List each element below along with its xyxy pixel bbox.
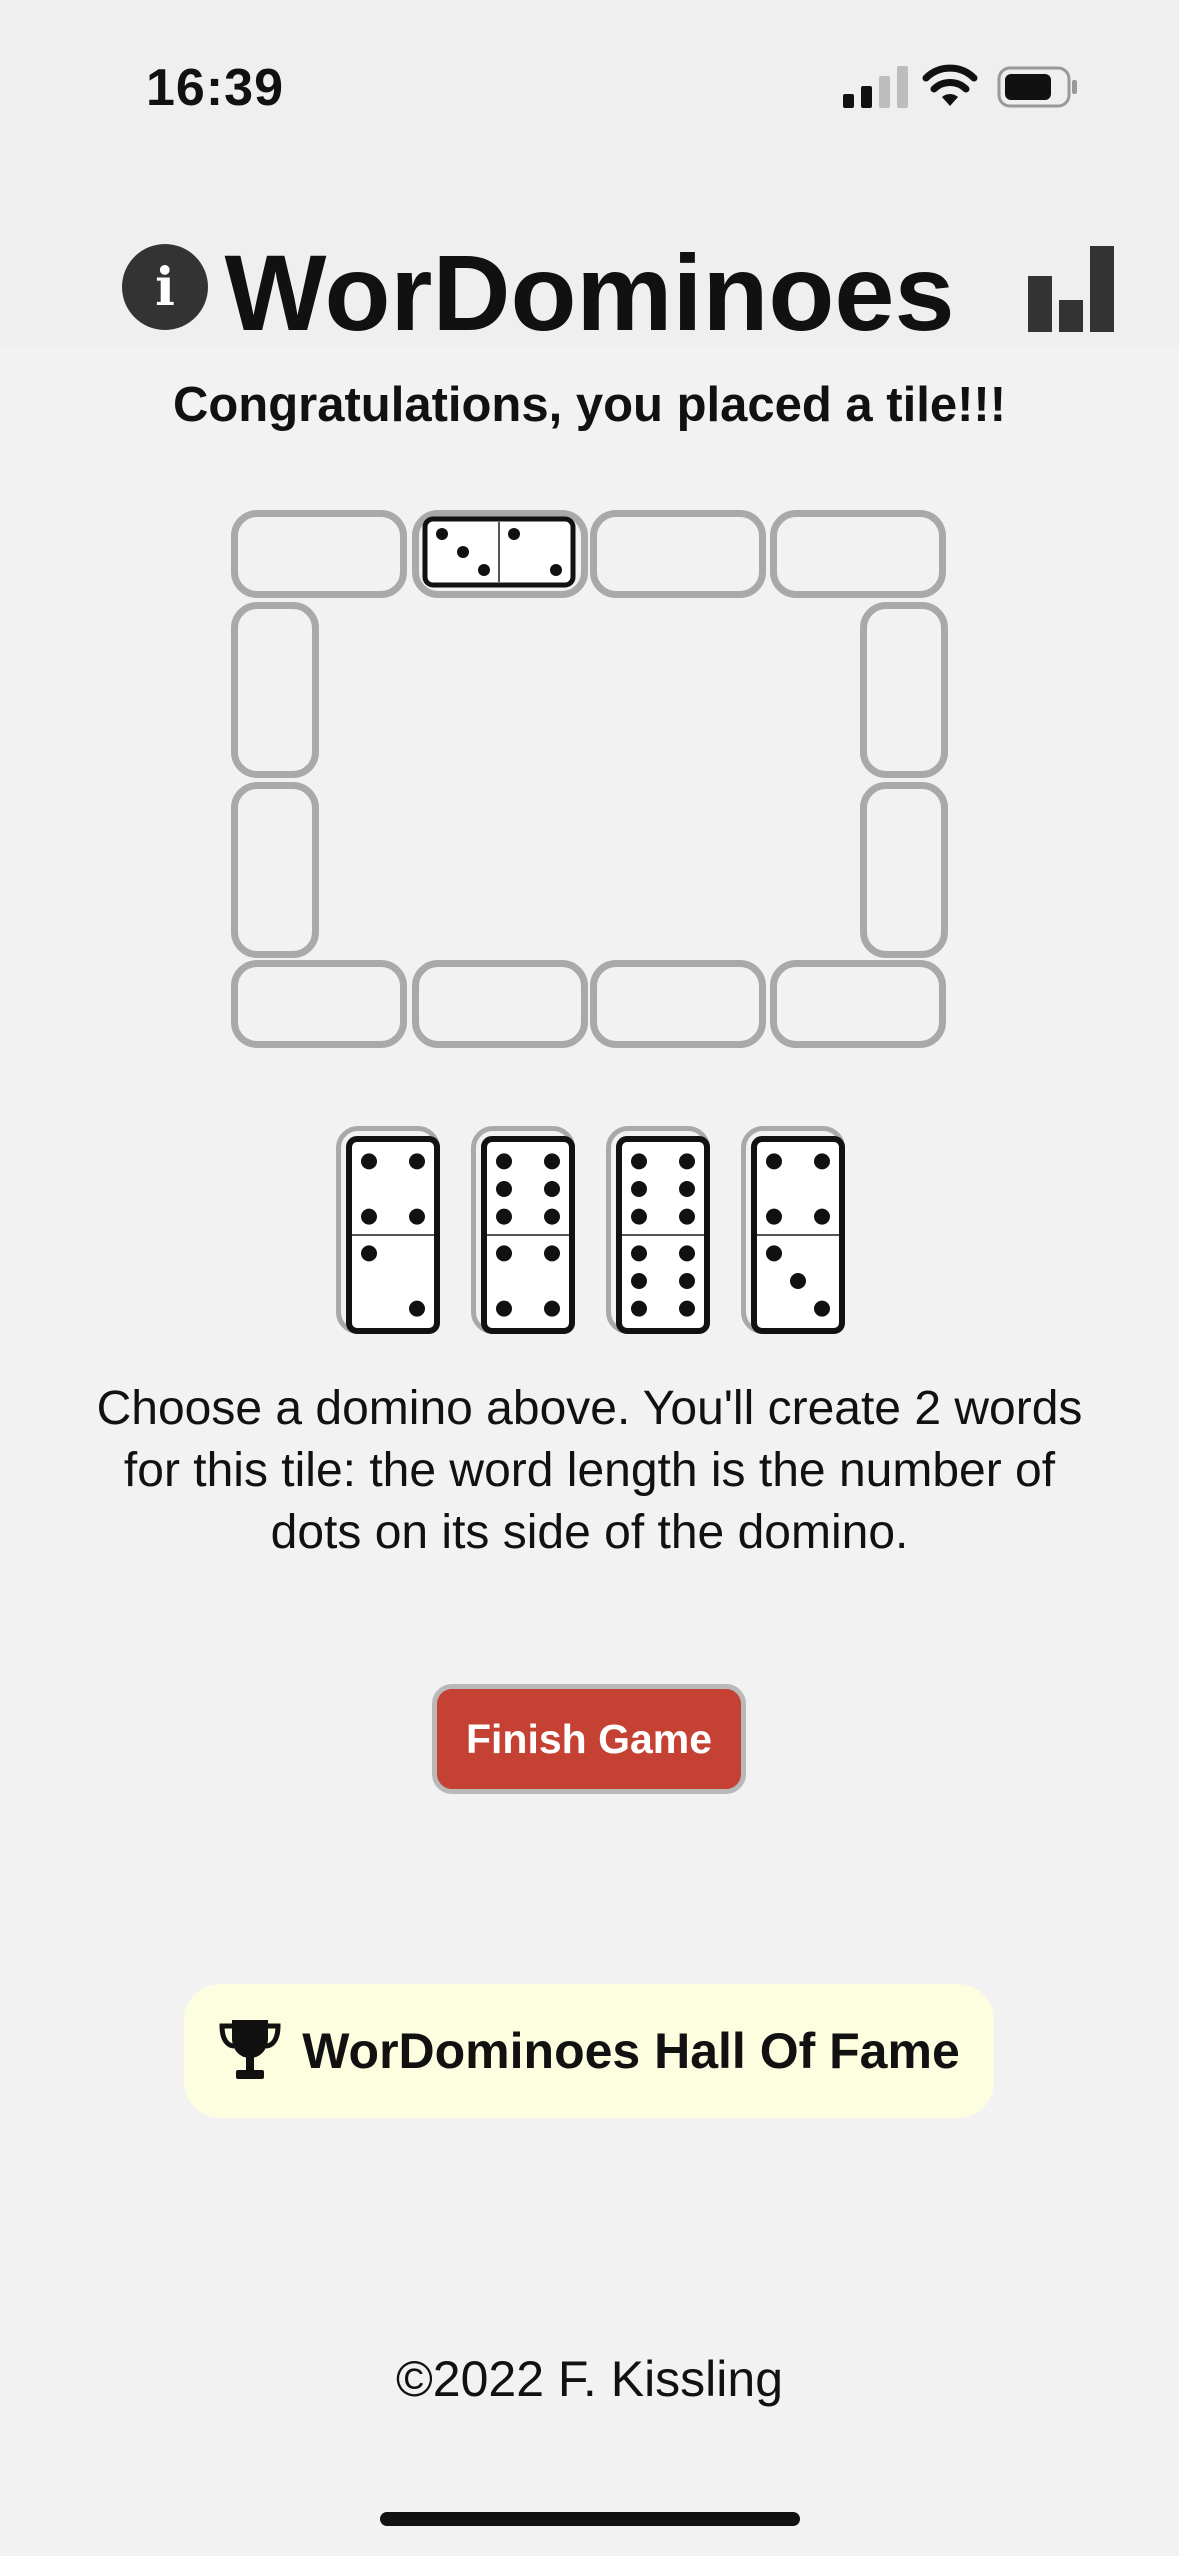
cellular-signal-icon — [843, 66, 908, 108]
domino-pip — [478, 564, 490, 576]
battery-icon — [997, 66, 1077, 108]
domino-pip — [790, 1273, 806, 1289]
domino-pip — [496, 1300, 512, 1317]
board-slot[interactable] — [590, 510, 766, 598]
domino-pip — [631, 1153, 647, 1170]
app-title: WorDominoes — [224, 232, 955, 353]
domino-pip — [679, 1273, 695, 1289]
home-indicator[interactable] — [380, 2512, 800, 2526]
hand-domino[interactable] — [336, 1126, 440, 1334]
domino-pip — [679, 1181, 695, 1197]
domino-pip — [361, 1153, 377, 1170]
hall-of-fame-button[interactable]: WorDominoes Hall Of Fame — [184, 1984, 994, 2118]
hand-domino[interactable] — [741, 1126, 845, 1334]
domino-pip — [361, 1245, 377, 1262]
domino-pip — [631, 1300, 647, 1317]
board-slot[interactable] — [231, 782, 319, 958]
domino-pip — [679, 1208, 695, 1225]
domino-pip — [544, 1208, 560, 1225]
domino-pip — [814, 1153, 830, 1170]
board-slot[interactable] — [231, 602, 319, 778]
finish-game-label: Finish Game — [465, 1715, 713, 1762]
domino-pip — [814, 1300, 830, 1317]
domino-pip — [631, 1208, 647, 1225]
domino-pip — [496, 1208, 512, 1225]
board-slot[interactable] — [412, 960, 588, 1048]
hand-domino[interactable] — [606, 1126, 710, 1334]
domino-pip — [679, 1153, 695, 1170]
domino-pip — [409, 1300, 425, 1317]
board-slot[interactable] — [860, 602, 948, 778]
domino-pip — [496, 1153, 512, 1170]
hall-of-fame-label: WorDominoes Hall Of Fame — [302, 2023, 960, 2079]
instructions-text: Choose a domino above. You'll create 2 w… — [96, 1382, 1083, 1559]
board-slot[interactable] — [770, 510, 946, 598]
domino-pip — [550, 564, 562, 576]
board-slot[interactable] — [231, 960, 407, 1048]
domino-pip — [457, 546, 469, 558]
status-time: 16:39 — [146, 59, 284, 117]
domino-pip — [679, 1300, 695, 1317]
domino-pip — [508, 528, 520, 540]
domino-pip — [544, 1300, 560, 1317]
domino-pip — [544, 1245, 560, 1262]
board-slot[interactable] — [770, 960, 946, 1048]
domino-pip — [544, 1153, 560, 1170]
domino-pip — [631, 1273, 647, 1289]
wifi-icon — [922, 64, 978, 106]
domino-pip — [409, 1153, 425, 1170]
domino-pip — [631, 1181, 647, 1197]
finish-game-button[interactable]: Finish Game — [432, 1684, 746, 1794]
domino-pip — [544, 1181, 560, 1197]
domino-pip — [436, 528, 448, 540]
domino-pip — [766, 1153, 782, 1170]
domino-pip — [496, 1245, 512, 1262]
copyright-text: ©2022 F. Kissling — [395, 2351, 784, 2407]
domino-pip — [361, 1208, 377, 1225]
placed-domino-tile — [422, 516, 576, 588]
trophy-icon — [219, 2020, 281, 2079]
status-bar: 16:39 — [0, 0, 1179, 170]
board-slot[interactable] — [860, 782, 948, 958]
hand-domino[interactable] — [471, 1126, 575, 1334]
status-message: Congratulations, you placed a tile!!! — [172, 378, 1007, 432]
domino-pip — [409, 1208, 425, 1225]
domino-pip — [766, 1208, 782, 1225]
bar-chart-icon[interactable] — [1028, 246, 1114, 332]
board-slot[interactable] — [231, 510, 407, 598]
domino-pip — [766, 1245, 782, 1262]
domino-pip — [814, 1208, 830, 1225]
domino-pip — [496, 1181, 512, 1197]
domino-pip — [679, 1245, 695, 1262]
domino-pip — [631, 1245, 647, 1262]
board-slot[interactable] — [590, 960, 766, 1048]
